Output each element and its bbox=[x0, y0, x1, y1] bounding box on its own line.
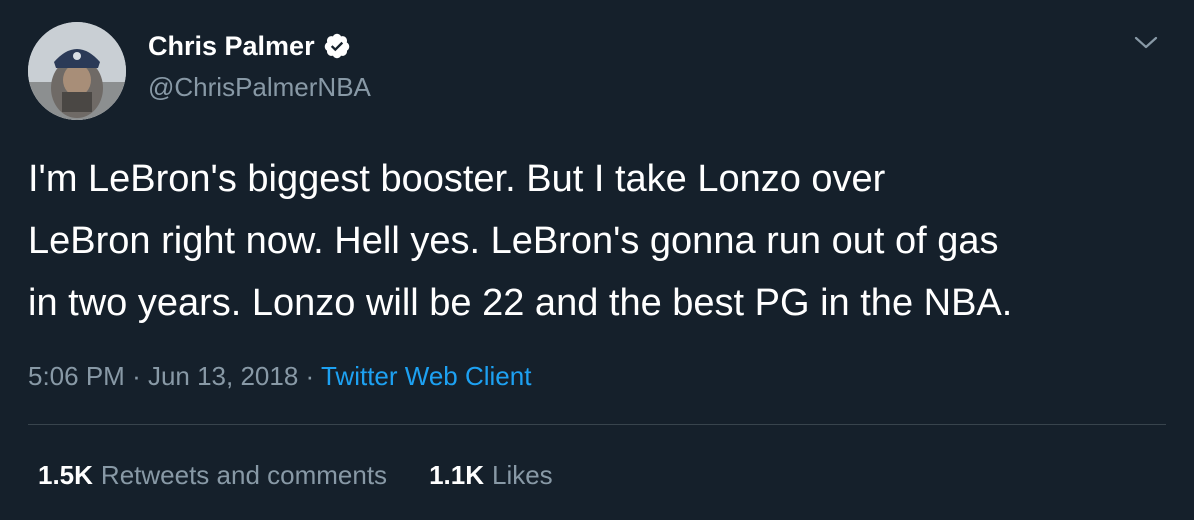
divider bbox=[28, 424, 1166, 425]
retweets-label: Retweets and comments bbox=[100, 460, 388, 490]
tweet-text: I'm LeBron's biggest booster. But I take… bbox=[28, 158, 1013, 324]
likes-count: 1.1K bbox=[429, 460, 484, 490]
tweet-date[interactable]: Jun 13, 2018 bbox=[148, 361, 298, 391]
tweet-card: Chris Palmer @ChrisPalmerNBA I'm LeBron'… bbox=[0, 0, 1194, 520]
avatar[interactable] bbox=[28, 22, 126, 120]
retweets-stat[interactable]: 1.5K Retweets and comments bbox=[38, 458, 387, 492]
avatar-photo bbox=[28, 22, 126, 120]
tweet-time[interactable]: 5:06 PM bbox=[28, 361, 125, 391]
tweet-stats: 1.5K Retweets and comments 1.1K Likes bbox=[38, 458, 553, 492]
chevron-down-icon[interactable] bbox=[1132, 32, 1160, 52]
author-display-name[interactable]: Chris Palmer bbox=[148, 30, 315, 62]
tweet-meta: 5:06 PM · Jun 13, 2018 · Twitter Web Cli… bbox=[28, 360, 531, 392]
author-name-row: Chris Palmer bbox=[148, 30, 351, 62]
meta-separator: · bbox=[305, 361, 321, 391]
likes-label: Likes bbox=[491, 460, 553, 490]
verified-badge-icon bbox=[323, 32, 351, 60]
likes-stat[interactable]: 1.1K Likes bbox=[429, 458, 553, 492]
retweets-count: 1.5K bbox=[38, 460, 93, 490]
meta-separator: · bbox=[132, 361, 148, 391]
author-handle[interactable]: @ChrisPalmerNBA bbox=[148, 72, 371, 102]
tweet-source-link[interactable]: Twitter Web Client bbox=[321, 361, 531, 391]
